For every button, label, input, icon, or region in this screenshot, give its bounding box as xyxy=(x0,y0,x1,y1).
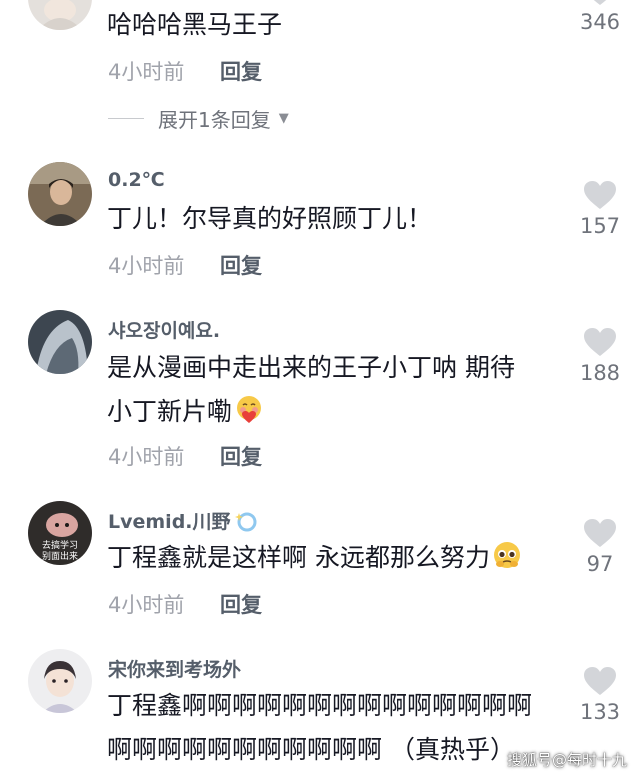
avatar[interactable] xyxy=(28,310,92,374)
avatar-caption-line-1: 去搞学习 xyxy=(42,539,78,551)
heart-icon xyxy=(584,667,616,695)
avatar-image xyxy=(28,0,92,30)
comment-text-line-2: 小丁新片嘞 xyxy=(107,390,557,438)
comment-text-segment: 丁程鑫就是这样啊 永远都那么努力 xyxy=(107,543,490,572)
username-row[interactable]: Lvemid.川野 xyxy=(108,507,259,537)
comment-text-line-2: 啊啊啊啊啊啊啊啊啊啊啊 （真热乎） xyxy=(107,735,515,764)
avatar[interactable]: 去搞学习 别面出来 xyxy=(28,501,92,565)
comment-time: 4小时前 xyxy=(108,254,185,278)
like-count: 133 xyxy=(579,700,621,724)
avatar[interactable] xyxy=(28,0,92,30)
avatar-image: 去搞学习 别面出来 xyxy=(28,501,92,565)
avatar-caption-line-2: 别面出来 xyxy=(42,550,78,562)
like-button[interactable]: 346 xyxy=(570,0,630,34)
comment-text: 是从漫画中走出来的王子小丁呐 期待 xyxy=(107,353,515,382)
expand-replies-button[interactable]: 展开1条回复 ▼ xyxy=(108,102,289,134)
like-count: 346 xyxy=(579,10,621,34)
expand-replies-label: 展开1条回复 xyxy=(158,107,271,132)
like-button[interactable]: 188 xyxy=(570,327,630,385)
like-button[interactable]: 97 xyxy=(570,518,630,576)
username[interactable]: 宋你来到考场外 xyxy=(108,655,241,682)
sparkle-badge-icon xyxy=(233,510,259,537)
like-button[interactable]: 157 xyxy=(570,180,630,238)
username[interactable]: 샤오장이예요. xyxy=(108,316,220,343)
like-button[interactable]: 133 xyxy=(570,666,630,724)
reply-button[interactable]: 回复 xyxy=(220,441,262,471)
heart-icon xyxy=(584,328,616,356)
comment-time: 4小时前 xyxy=(108,593,185,617)
watermark: 搜狐号@每时十九 xyxy=(506,751,627,769)
comment-text: 丁儿！尔导真的好照顾丁儿！ xyxy=(107,204,433,233)
like-count: 97 xyxy=(586,552,614,576)
avatar[interactable] xyxy=(28,649,92,713)
heart-icon xyxy=(584,519,616,547)
reply-button[interactable]: 回复 xyxy=(220,589,262,619)
comment-text-line-1: 丁程鑫就是这样啊 永远都那么努力 xyxy=(107,536,557,584)
blushing-heart-emoji-icon xyxy=(234,394,264,438)
comment-time: 4小时前 xyxy=(108,445,185,469)
caret-down-icon: ▼ xyxy=(278,110,289,126)
comment-text: 哈哈哈黑马王子 xyxy=(107,10,283,39)
heart-icon xyxy=(593,0,607,5)
comment-list: 哈哈哈黑马王子 4小时前 回复 346 展开1条回复 ▼ 0.2℃ 丁儿！尔导真… xyxy=(0,0,641,778)
like-count: 157 xyxy=(579,214,621,238)
like-count: 188 xyxy=(579,361,621,385)
avatar-image xyxy=(28,649,92,713)
username[interactable]: 0.2℃ xyxy=(108,169,165,191)
reply-button[interactable]: 回复 xyxy=(220,250,262,280)
avatar-image xyxy=(28,162,92,226)
pleading-face-emoji-icon xyxy=(492,540,522,584)
username: Lvemid.川野 xyxy=(108,511,231,533)
comment-text-segment: 小丁新片嘞 xyxy=(107,397,233,426)
divider xyxy=(108,117,144,119)
avatar-image xyxy=(28,310,92,374)
comment-time: 4小时前 xyxy=(108,60,185,84)
reply-button[interactable]: 回复 xyxy=(220,56,262,86)
avatar[interactable] xyxy=(28,162,92,226)
comment-text: 丁程鑫啊啊啊啊啊啊啊啊啊啊啊啊啊啊 xyxy=(107,691,533,720)
heart-icon xyxy=(584,181,616,209)
